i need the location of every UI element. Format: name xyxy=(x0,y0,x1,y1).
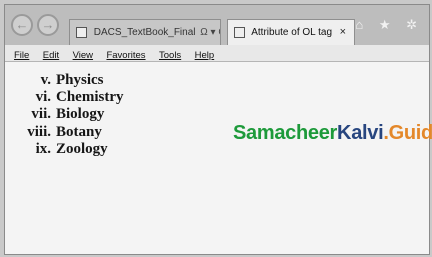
back-button[interactable]: ← xyxy=(11,14,33,36)
tab-label: Attribute of OL tag xyxy=(251,27,333,38)
list-item: vi. Chemistry xyxy=(5,89,124,106)
list-item: ix. Zoology xyxy=(5,141,124,158)
watermark-part: Samacheer xyxy=(233,122,338,144)
title-bar: ← → DACS_TextBook_Final Ω ▾ C Attribute … xyxy=(5,5,429,45)
toolbar-icons[interactable]: ⌂ ★ ✲ xyxy=(355,17,423,33)
list-text: Botany xyxy=(56,123,102,140)
tab-textbook[interactable]: DACS_TextBook_Final Ω ▾ C xyxy=(69,19,221,45)
ordered-list: v. Physics vi. Chemistry vii. Biology viii.… xyxy=(5,72,124,158)
watermark-part: Kalvi xyxy=(337,122,384,144)
list-text: Zoology xyxy=(56,140,108,157)
list-item: v. Physics xyxy=(5,72,124,89)
list-item: vii. Biology xyxy=(5,106,124,123)
page-content: v. Physics vi. Chemistry vii. Biology viii.… xyxy=(5,62,432,254)
list-number: ix. xyxy=(35,140,51,157)
list-text: Chemistry xyxy=(56,89,124,106)
page-icon xyxy=(76,26,87,38)
browser-window: ← → DACS_TextBook_Final Ω ▾ C Attribute … xyxy=(4,4,432,255)
list-number: vi. xyxy=(35,89,51,106)
list-number: viii. xyxy=(27,123,51,140)
list-item: viii. Botany xyxy=(5,124,124,141)
page-icon xyxy=(234,26,245,38)
close-tab-icon[interactable]: × xyxy=(340,20,346,45)
watermark-part: .Guide xyxy=(383,122,432,144)
watermark-logo: SamacheerKalvi.Guide xyxy=(233,122,432,145)
list-text: Physics xyxy=(56,72,104,88)
list-text: Biology xyxy=(56,106,105,123)
forward-button[interactable]: → xyxy=(37,14,59,36)
list-number: v. xyxy=(40,72,51,88)
tab-label: DACS_TextBook_Final xyxy=(93,27,196,38)
menu-bar: File Edit View Favorites Tools Help xyxy=(5,45,429,62)
list-number: vii. xyxy=(31,106,51,123)
tab-controls[interactable]: Ω ▾ C xyxy=(200,27,220,38)
tab-attribute-of-ol[interactable]: Attribute of OL tag × xyxy=(227,19,355,45)
